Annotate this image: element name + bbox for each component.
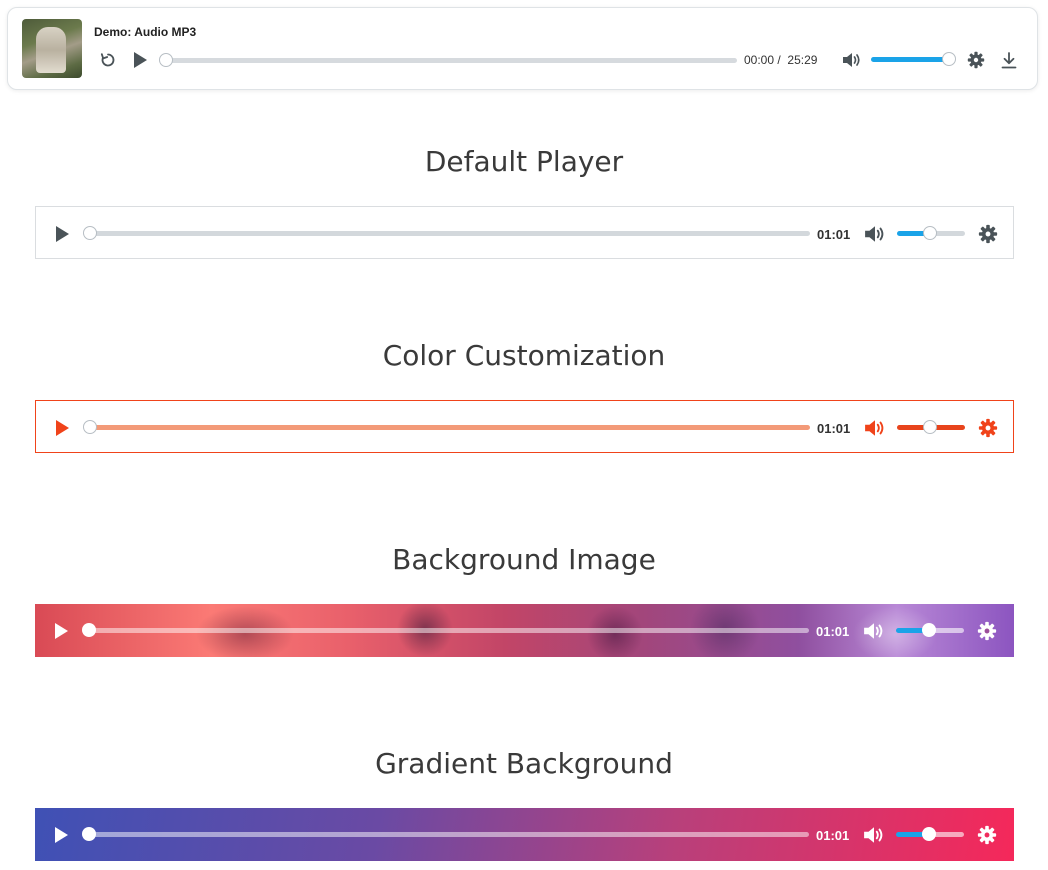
gear-icon: [978, 224, 998, 244]
album-art-figure: [36, 27, 66, 73]
settings-button[interactable]: [978, 224, 998, 244]
section-heading-bg-image: Background Image: [392, 543, 656, 576]
volume-handle[interactable]: [922, 827, 936, 841]
settings-button[interactable]: [977, 621, 997, 641]
time-display: 01:01: [816, 624, 850, 639]
seek-handle[interactable]: [83, 226, 97, 240]
volume-icon: [865, 420, 884, 436]
download-button[interactable]: [997, 48, 1021, 72]
gear-icon: [967, 51, 985, 69]
play-icon: [55, 623, 68, 639]
seek-bar[interactable]: [164, 58, 737, 63]
seek-handle[interactable]: [82, 827, 96, 841]
section-heading-color: Color Customization: [382, 339, 666, 372]
mute-button[interactable]: [863, 621, 885, 641]
volume-slider[interactable]: [871, 57, 949, 62]
settings-button[interactable]: [977, 825, 997, 845]
play-button[interactable]: [51, 825, 71, 845]
volume-icon: [864, 623, 883, 639]
gradient-player: 01:01: [35, 808, 1014, 861]
play-button[interactable]: [52, 224, 72, 244]
mute-button[interactable]: [863, 825, 885, 845]
mute-button[interactable]: [840, 48, 864, 72]
settings-button[interactable]: [964, 48, 988, 72]
seek-bar[interactable]: [88, 231, 810, 236]
seek-bar[interactable]: [88, 425, 810, 430]
time-separator: /: [777, 53, 781, 67]
demo-player-title: Demo: Audio MP3: [94, 25, 197, 39]
album-art-thumbnail: [22, 19, 82, 78]
play-icon: [56, 420, 69, 436]
volume-handle[interactable]: [923, 420, 937, 434]
volume-icon: [864, 827, 883, 843]
time-display: 01:01: [817, 227, 851, 242]
seek-handle[interactable]: [159, 53, 173, 67]
restart-button[interactable]: [96, 48, 120, 72]
mute-button[interactable]: [864, 418, 886, 438]
seek-handle[interactable]: [82, 623, 96, 637]
time-display: 01:01: [817, 421, 851, 436]
demo-player: Demo: Audio MP3 00:00 / 25:29: [7, 7, 1038, 90]
volume-handle[interactable]: [922, 623, 936, 637]
play-button[interactable]: [52, 418, 72, 438]
section-heading-gradient: Gradient Background: [375, 747, 673, 780]
volume-icon: [865, 226, 884, 242]
seek-bar[interactable]: [87, 832, 809, 837]
download-icon: [1001, 51, 1017, 68]
mute-button[interactable]: [864, 224, 886, 244]
volume-icon: [843, 53, 860, 67]
play-icon: [55, 827, 68, 843]
seek-bar[interactable]: [87, 628, 809, 633]
seek-handle[interactable]: [83, 420, 97, 434]
play-button[interactable]: [51, 621, 71, 641]
section-heading-default: Default Player: [424, 145, 624, 178]
gear-icon: [978, 418, 998, 438]
volume-handle[interactable]: [923, 226, 937, 240]
volume-handle[interactable]: [942, 52, 956, 66]
time-display: 00:00 / 25:29: [744, 53, 817, 67]
play-button[interactable]: [128, 48, 152, 72]
default-player: 01:01: [35, 206, 1014, 259]
gear-icon: [977, 621, 997, 641]
play-icon: [134, 52, 147, 68]
duration: 25:29: [787, 53, 818, 67]
background-image-player: 01:01: [35, 604, 1014, 657]
current-time: 00:00: [744, 53, 775, 67]
color-player: 01:01: [35, 400, 1014, 453]
restart-icon: [100, 53, 115, 67]
settings-button[interactable]: [978, 418, 998, 438]
play-icon: [56, 226, 69, 242]
gear-icon: [977, 825, 997, 845]
time-display: 01:01: [816, 828, 850, 843]
